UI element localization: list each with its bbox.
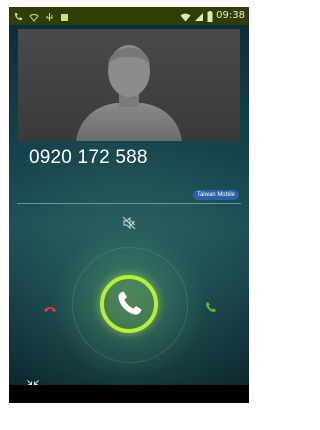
speaker-mute-icon[interactable] — [122, 215, 136, 230]
status-time: 09:38 — [216, 10, 245, 21]
phone-answer-icon[interactable] — [109, 284, 149, 324]
caller-phone-number: 0920 172 588 — [29, 147, 148, 168]
status-bar: 09:38 — [9, 7, 249, 25]
wifi-icon — [180, 7, 191, 26]
call-icon — [13, 7, 23, 26]
contact-photo-placeholder — [18, 29, 240, 141]
navigation-bar — [9, 385, 249, 403]
phone-frame: 09:38 0920 172 588 Taiwan Mobile — [0, 0, 256, 430]
incoming-call-screen: 09:38 0920 172 588 Taiwan Mobile — [9, 7, 249, 403]
divider — [17, 203, 241, 204]
battery-icon — [207, 7, 213, 26]
carrier-badge: Taiwan Mobile — [192, 190, 239, 200]
signal-icon — [194, 7, 204, 26]
notification-icon — [60, 7, 69, 26]
wifi-icon — [29, 7, 39, 26]
default-avatar-icon — [76, 45, 182, 141]
phone-reject-icon[interactable] — [43, 299, 57, 312]
usb-icon — [45, 7, 54, 26]
phone-accept-icon[interactable] — [204, 299, 218, 313]
